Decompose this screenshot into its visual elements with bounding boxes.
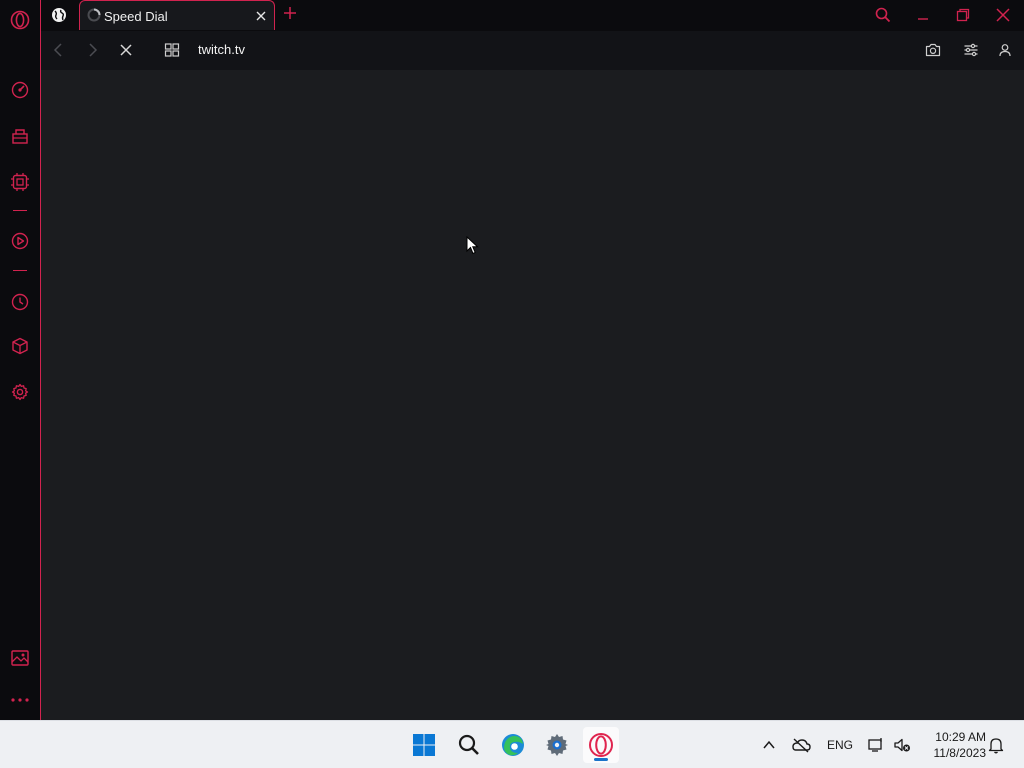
toolbar: twitch.tv	[41, 31, 1024, 70]
taskbar-search-icon[interactable]	[451, 727, 487, 763]
restore-icon[interactable]	[954, 6, 972, 24]
search-icon[interactable]	[874, 6, 892, 24]
opera-logo-icon[interactable]	[9, 9, 31, 31]
network-icon[interactable]	[866, 735, 886, 755]
close-window-icon[interactable]	[994, 6, 1012, 24]
loading-spinner-icon	[87, 8, 101, 22]
active-app-indicator	[594, 758, 608, 761]
player-icon[interactable]	[9, 230, 31, 252]
pinboard-icon[interactable]	[9, 647, 31, 669]
sidebar	[0, 0, 41, 720]
new-tab-icon[interactable]	[283, 6, 297, 20]
sidebar-separator	[13, 210, 27, 211]
easy-setup-icon[interactable]	[963, 42, 979, 58]
extensions-icon[interactable]	[9, 335, 31, 357]
page-content[interactable]	[41, 70, 1024, 720]
address-field[interactable]: twitch.tv	[198, 42, 245, 57]
camera-icon[interactable]	[925, 42, 941, 58]
settings-icon[interactable]	[9, 381, 31, 403]
taskbar: ENG 10:29 AM 11/8/2023	[0, 720, 1024, 768]
notification-bell-icon[interactable]	[986, 735, 1006, 755]
gx-control-icon[interactable]	[9, 171, 31, 193]
onedrive-offline-icon[interactable]	[791, 735, 811, 755]
volume-muted-icon[interactable]	[892, 735, 912, 755]
tab-grid-icon[interactable]	[164, 42, 180, 58]
start-button[interactable]	[406, 727, 442, 763]
clock-date: 11/8/2023	[933, 746, 987, 760]
more-icon[interactable]	[9, 689, 31, 711]
settings-app-icon[interactable]	[539, 727, 575, 763]
profile-icon[interactable]	[997, 42, 1013, 58]
speed-dial-icon[interactable]	[9, 79, 31, 101]
language-indicator[interactable]: ENG	[827, 738, 853, 752]
close-tab-icon[interactable]	[254, 9, 268, 23]
minimize-icon[interactable]	[914, 6, 932, 24]
edge-browser-icon[interactable]	[495, 727, 531, 763]
opera-gx-taskbar-icon[interactable]	[583, 727, 619, 763]
forward-icon[interactable]	[84, 42, 100, 58]
clock[interactable]: 10:29 AM 11/8/2023	[920, 729, 987, 761]
stop-loading-icon[interactable]	[118, 42, 134, 58]
shopping-icon[interactable]	[9, 125, 31, 147]
tab-bar: Speed Dial	[41, 0, 1024, 31]
history-icon[interactable]	[9, 291, 31, 313]
back-icon[interactable]	[51, 42, 67, 58]
workspace-globe-icon[interactable]	[51, 7, 67, 23]
chevron-up-icon[interactable]	[759, 735, 779, 755]
mouse-cursor-icon	[466, 236, 479, 255]
tab-speed-dial[interactable]: Speed Dial	[79, 0, 275, 30]
tab-title: Speed Dial	[104, 9, 168, 24]
clock-time: 10:29 AM	[935, 730, 986, 744]
sidebar-separator	[13, 270, 27, 271]
